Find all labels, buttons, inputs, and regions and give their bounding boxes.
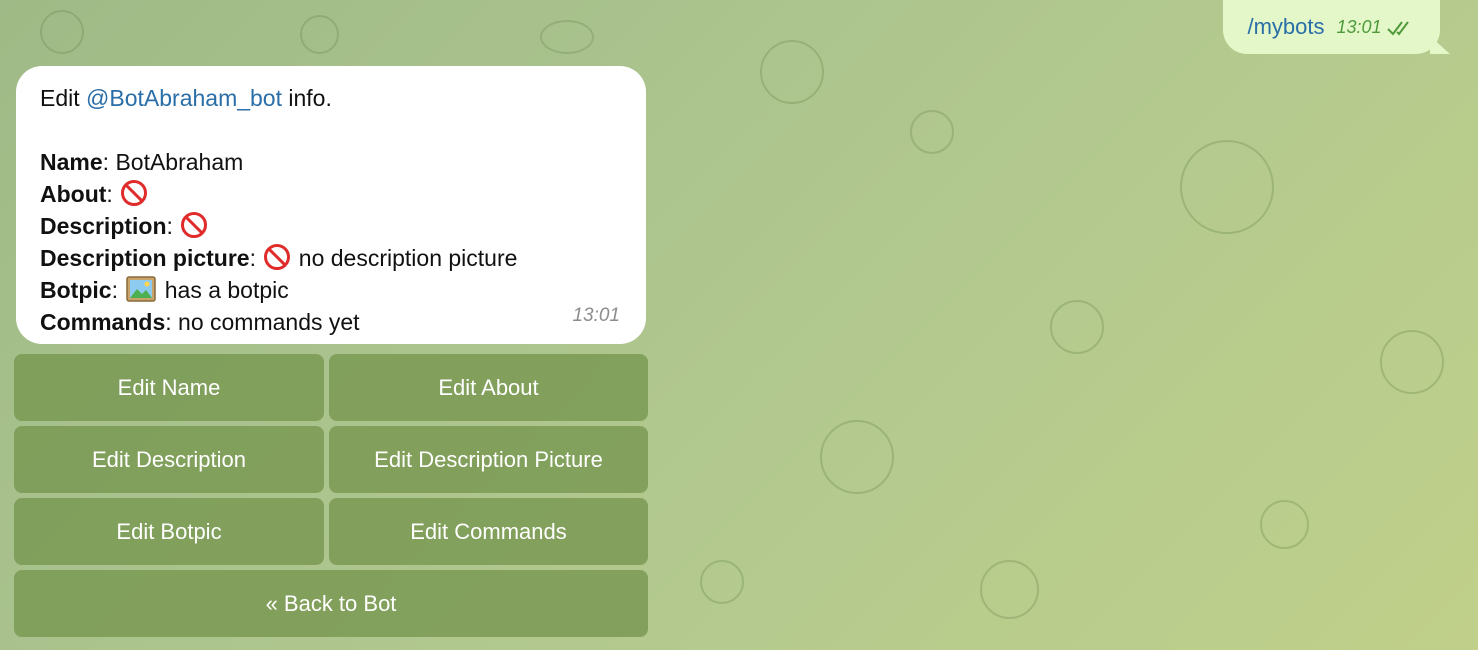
background-doodle <box>820 420 894 494</box>
description-label: Description <box>40 213 167 239</box>
commands-label: Commands <box>40 309 166 335</box>
about-row: About: <box>40 178 622 210</box>
edit-name-button[interactable]: Edit Name <box>14 354 324 421</box>
background-doodle <box>910 110 954 154</box>
description-picture-row: Description picture: no description pict… <box>40 244 518 271</box>
framed-picture-icon <box>126 276 157 302</box>
no-entry-icon <box>264 244 291 270</box>
background-doodle <box>760 40 824 104</box>
edit-botpic-button[interactable]: Edit Botpic <box>14 498 324 565</box>
outgoing-message[interactable]: /mybots 13:01 <box>1223 0 1440 54</box>
description-picture-value: no description picture <box>298 245 518 271</box>
background-doodle <box>40 10 84 54</box>
background-doodle <box>540 20 594 54</box>
commands-value: no commands yet <box>178 309 360 335</box>
bot-message[interactable]: Edit @BotAbraham_bot info. Name: BotAbra… <box>16 66 646 344</box>
background-doodle <box>1050 300 1104 354</box>
background-doodle <box>700 560 744 604</box>
background-doodle <box>1260 500 1309 549</box>
edit-description-button[interactable]: Edit Description <box>14 426 324 493</box>
bot-message-time: 13:01 <box>572 305 620 326</box>
botpic-row: Botpic: has a botpic <box>40 276 289 303</box>
background-doodle <box>1380 330 1444 394</box>
background-doodle <box>300 15 339 54</box>
no-entry-icon <box>181 212 208 238</box>
edit-description-picture-button[interactable]: Edit Description Picture <box>329 426 648 493</box>
double-check-icon <box>1387 21 1409 36</box>
background-doodle <box>1180 140 1274 234</box>
description-picture-label: Description picture <box>40 245 250 271</box>
commands-row: Commands: no commands yet <box>40 309 360 335</box>
back-to-bot-button[interactable]: « Back to Bot <box>14 570 648 637</box>
name-row: Name: BotAbraham <box>40 149 244 175</box>
outgoing-message-meta: 13:01 <box>1337 17 1417 38</box>
name-value: BotAbraham <box>115 149 244 175</box>
name-label: Name <box>40 149 103 175</box>
outgoing-message-time: 13:01 <box>1336 16 1382 37</box>
no-entry-icon <box>121 180 148 206</box>
about-label: About <box>40 181 107 207</box>
edit-about-button[interactable]: Edit About <box>329 354 648 421</box>
message-intro: Edit @BotAbraham_bot info. <box>40 82 622 114</box>
outgoing-message-text: /mybots <box>1247 14 1325 39</box>
background-doodle <box>980 560 1039 619</box>
intro-suffix: info. <box>282 85 332 111</box>
description-row: Description: <box>40 210 622 242</box>
botpic-label: Botpic <box>40 277 112 303</box>
botpic-value: has a botpic <box>164 277 289 303</box>
bot-handle-link[interactable]: @BotAbraham_bot <box>86 85 282 111</box>
intro-prefix: Edit <box>40 85 87 111</box>
edit-commands-button[interactable]: Edit Commands <box>329 498 648 565</box>
